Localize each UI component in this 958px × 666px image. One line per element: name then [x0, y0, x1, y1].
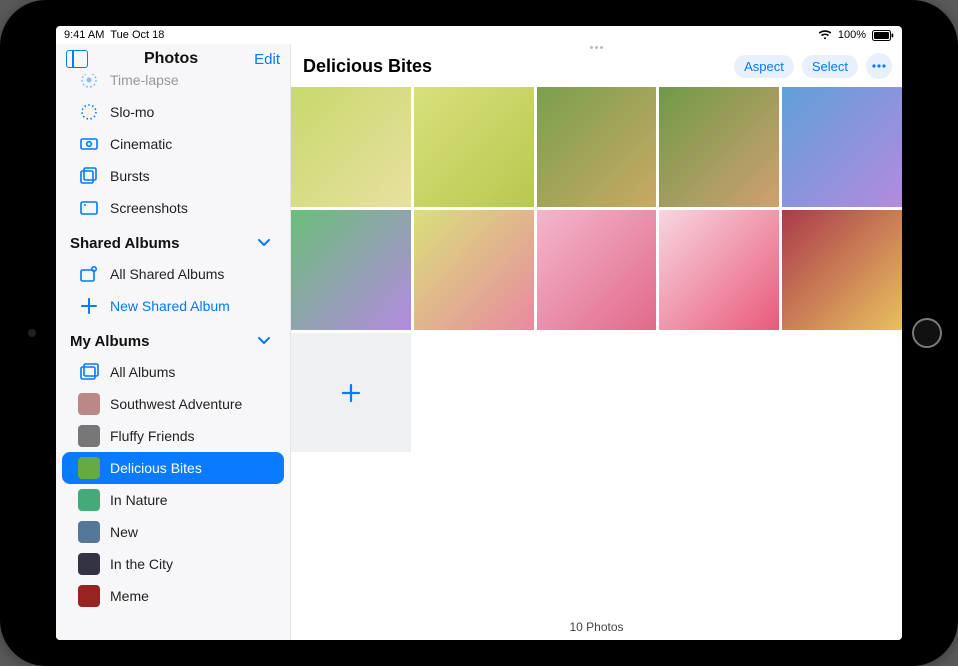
more-button[interactable]: [866, 53, 892, 79]
chevron-down-icon: [254, 232, 276, 254]
sidebar-item-cinematic[interactable]: Cinematic: [62, 128, 284, 160]
photo-thumbnail[interactable]: [537, 210, 657, 330]
ellipsis-icon: [872, 64, 886, 68]
album-thumb: [78, 521, 100, 543]
add-photo-tile[interactable]: [291, 333, 411, 453]
sidebar-item-meme[interactable]: Meme: [62, 580, 284, 612]
section-my-albums[interactable]: My Albums: [56, 322, 290, 356]
sidebar-item-label: Screenshots: [110, 200, 188, 216]
home-button[interactable]: [912, 318, 942, 348]
sidebar-item-new-shared-album[interactable]: New Shared Album: [62, 290, 284, 322]
album-title: Delicious Bites: [303, 56, 432, 77]
album-thumb: [78, 457, 100, 479]
sidebar-item-label: Delicious Bites: [110, 460, 202, 476]
sidebar-item-in-nature[interactable]: In Nature: [62, 484, 284, 516]
sidebar-item-label: In the City: [110, 556, 173, 572]
photo-thumbnail[interactable]: [414, 210, 534, 330]
album-thumb: [78, 489, 100, 511]
sidebar-item-southwest-adventure[interactable]: Southwest Adventure: [62, 388, 284, 420]
sidebar-title: Photos: [88, 50, 254, 68]
cinematic-icon: [78, 133, 100, 155]
plus-icon: [78, 295, 100, 317]
wifi-icon: [818, 30, 832, 40]
sidebar-item-bursts[interactable]: Bursts: [62, 160, 284, 192]
photo-thumbnail[interactable]: [782, 87, 902, 207]
photo-thumbnail[interactable]: [659, 87, 779, 207]
sidebar-toggle-icon[interactable]: [66, 50, 88, 68]
sidebar-item-slo-mo[interactable]: Slo-mo: [62, 96, 284, 128]
slomo-icon: [78, 101, 100, 123]
sidebar-item-new[interactable]: New: [62, 516, 284, 548]
edit-button[interactable]: Edit: [254, 51, 280, 68]
photo-thumbnail[interactable]: [782, 210, 902, 330]
status-time: 9:41 AM: [64, 29, 104, 41]
sidebar-item-all-albums[interactable]: All Albums: [62, 356, 284, 388]
screen: 9:41 AM Tue Oct 18 100% Photos Edit: [56, 26, 902, 640]
chevron-down-icon: [254, 330, 276, 352]
sidebar-header: Photos Edit: [56, 44, 290, 74]
sidebar-item-label: Fluffy Friends: [110, 428, 195, 444]
timelapse-icon: [78, 74, 100, 91]
sidebar-list[interactable]: Time-lapse Slo-mo Cinematic Bursts Screensho…: [56, 74, 290, 640]
album-thumb: [78, 553, 100, 575]
sidebar-item-label: Cinematic: [110, 136, 172, 152]
bursts-icon: [78, 165, 100, 187]
photo-grid: [291, 87, 902, 330]
photo-thumbnail[interactable]: [291, 210, 411, 330]
status-bar: 9:41 AM Tue Oct 18 100%: [56, 26, 902, 44]
sidebar-item-label: All Albums: [110, 364, 175, 380]
sidebar-item-label: In Nature: [110, 492, 168, 508]
sidebar-item-label: All Shared Albums: [110, 266, 224, 282]
sidebar-item-label: Slo-mo: [110, 104, 154, 120]
sidebar-item-label: Time-lapse: [110, 74, 179, 88]
sidebar-item-label: Bursts: [110, 168, 150, 184]
front-camera: [28, 329, 36, 337]
main-content: Delicious Bites Aspect Select 10 Photos: [291, 44, 902, 640]
sidebar-item-delicious-bites[interactable]: Delicious Bites: [62, 452, 284, 484]
photo-thumbnail[interactable]: [414, 87, 534, 207]
plus-icon: [340, 382, 362, 404]
sidebar-item-label: Southwest Adventure: [110, 396, 242, 412]
sidebar-item-fluffy-friends[interactable]: Fluffy Friends: [62, 420, 284, 452]
photo-thumbnail[interactable]: [537, 87, 657, 207]
shared-icon: [78, 263, 100, 285]
sidebar-item-time-lapse[interactable]: Time-lapse: [62, 74, 284, 96]
album-thumb: [78, 585, 100, 607]
battery-percentage: 100%: [838, 29, 866, 41]
battery-icon: [872, 30, 894, 41]
sidebar-item-in-the-city[interactable]: In the City: [62, 548, 284, 580]
photo-count: 10 Photos: [291, 614, 902, 640]
section-shared-albums[interactable]: Shared Albums: [56, 224, 290, 258]
sidebar-item-label: New Shared Album: [110, 298, 230, 314]
album-thumb: [78, 425, 100, 447]
sidebar-item-screenshots[interactable]: Screenshots: [62, 192, 284, 224]
select-button[interactable]: Select: [802, 55, 858, 78]
screenshots-icon: [78, 197, 100, 219]
sidebar-item-all-shared-albums[interactable]: All Shared Albums: [62, 258, 284, 290]
photo-thumbnail[interactable]: [659, 210, 779, 330]
sidebar: Photos Edit Time-lapse Slo-mo Cinematic Bur…: [56, 44, 291, 640]
aspect-button[interactable]: Aspect: [734, 55, 794, 78]
album-thumb: [78, 393, 100, 415]
status-date: Tue Oct 18: [110, 29, 164, 41]
ipad-device-frame: 9:41 AM Tue Oct 18 100% Photos Edit: [0, 0, 958, 666]
sidebar-item-label: Meme: [110, 588, 149, 604]
main-header: Delicious Bites Aspect Select: [291, 49, 902, 87]
photo-thumbnail[interactable]: [291, 87, 411, 207]
sidebar-item-label: New: [110, 524, 138, 540]
albums-icon: [78, 361, 100, 383]
